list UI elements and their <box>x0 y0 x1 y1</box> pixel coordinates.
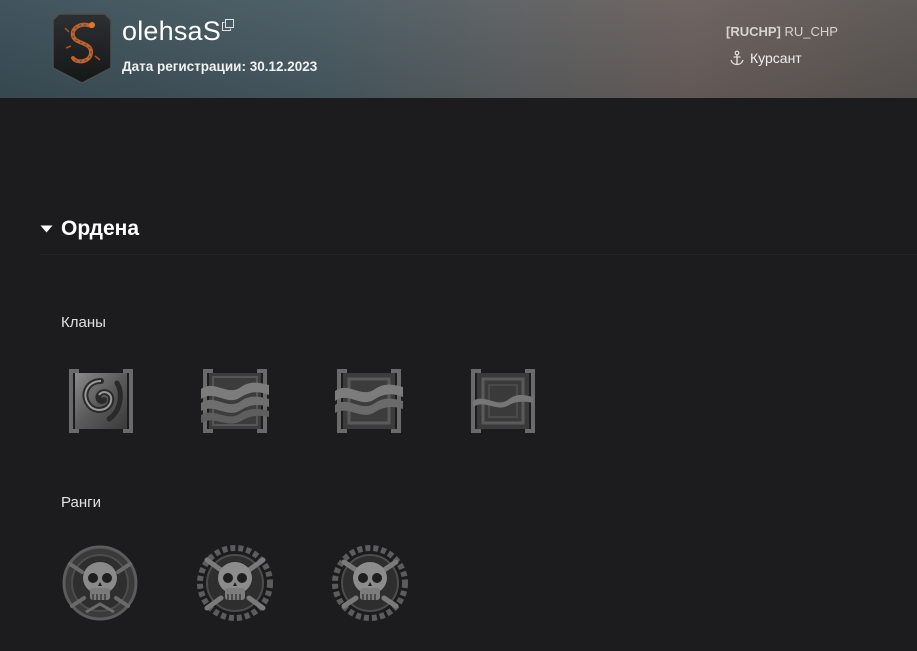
registration-date: Дата регистрации: 30.12.2023 <box>122 59 318 74</box>
username: olehsaS <box>122 16 221 46</box>
skull-chain-medal-icon[interactable] <box>330 542 410 624</box>
profile-header: olehsaS Дата регистрации: 30.12.2023 [RU… <box>0 0 917 98</box>
clan-link[interactable]: [RUCHP] RU_CHP <box>726 24 838 39</box>
group-label-clans: Кланы <box>61 314 106 331</box>
spiral-emblem-icon[interactable] <box>67 367 135 435</box>
section-divider <box>40 254 917 255</box>
one-wave-emblem-icon[interactable] <box>469 367 537 435</box>
section-title: Ордена <box>61 217 140 240</box>
clan-rank: Курсант <box>729 50 802 66</box>
skull-bones-medal-icon[interactable] <box>60 542 140 624</box>
three-waves-emblem-icon[interactable] <box>201 367 269 435</box>
copy-icon[interactable] <box>222 16 234 31</box>
clan-rank-label: Курсант <box>750 50 802 66</box>
caret-down-icon <box>40 225 53 233</box>
two-waves-emblem-icon[interactable] <box>335 367 403 435</box>
clan-name: RU_CHP <box>784 24 838 39</box>
header-shade <box>0 0 917 98</box>
clan-tag: [RUCHP] <box>726 24 781 39</box>
skull-chain-medal-icon[interactable] <box>195 542 275 624</box>
dragon-emblem-icon <box>51 12 113 84</box>
orders-section-toggle[interactable]: Ордена <box>40 217 139 241</box>
group-label-ranks: Ранги <box>61 494 101 511</box>
anchor-icon <box>730 50 744 66</box>
